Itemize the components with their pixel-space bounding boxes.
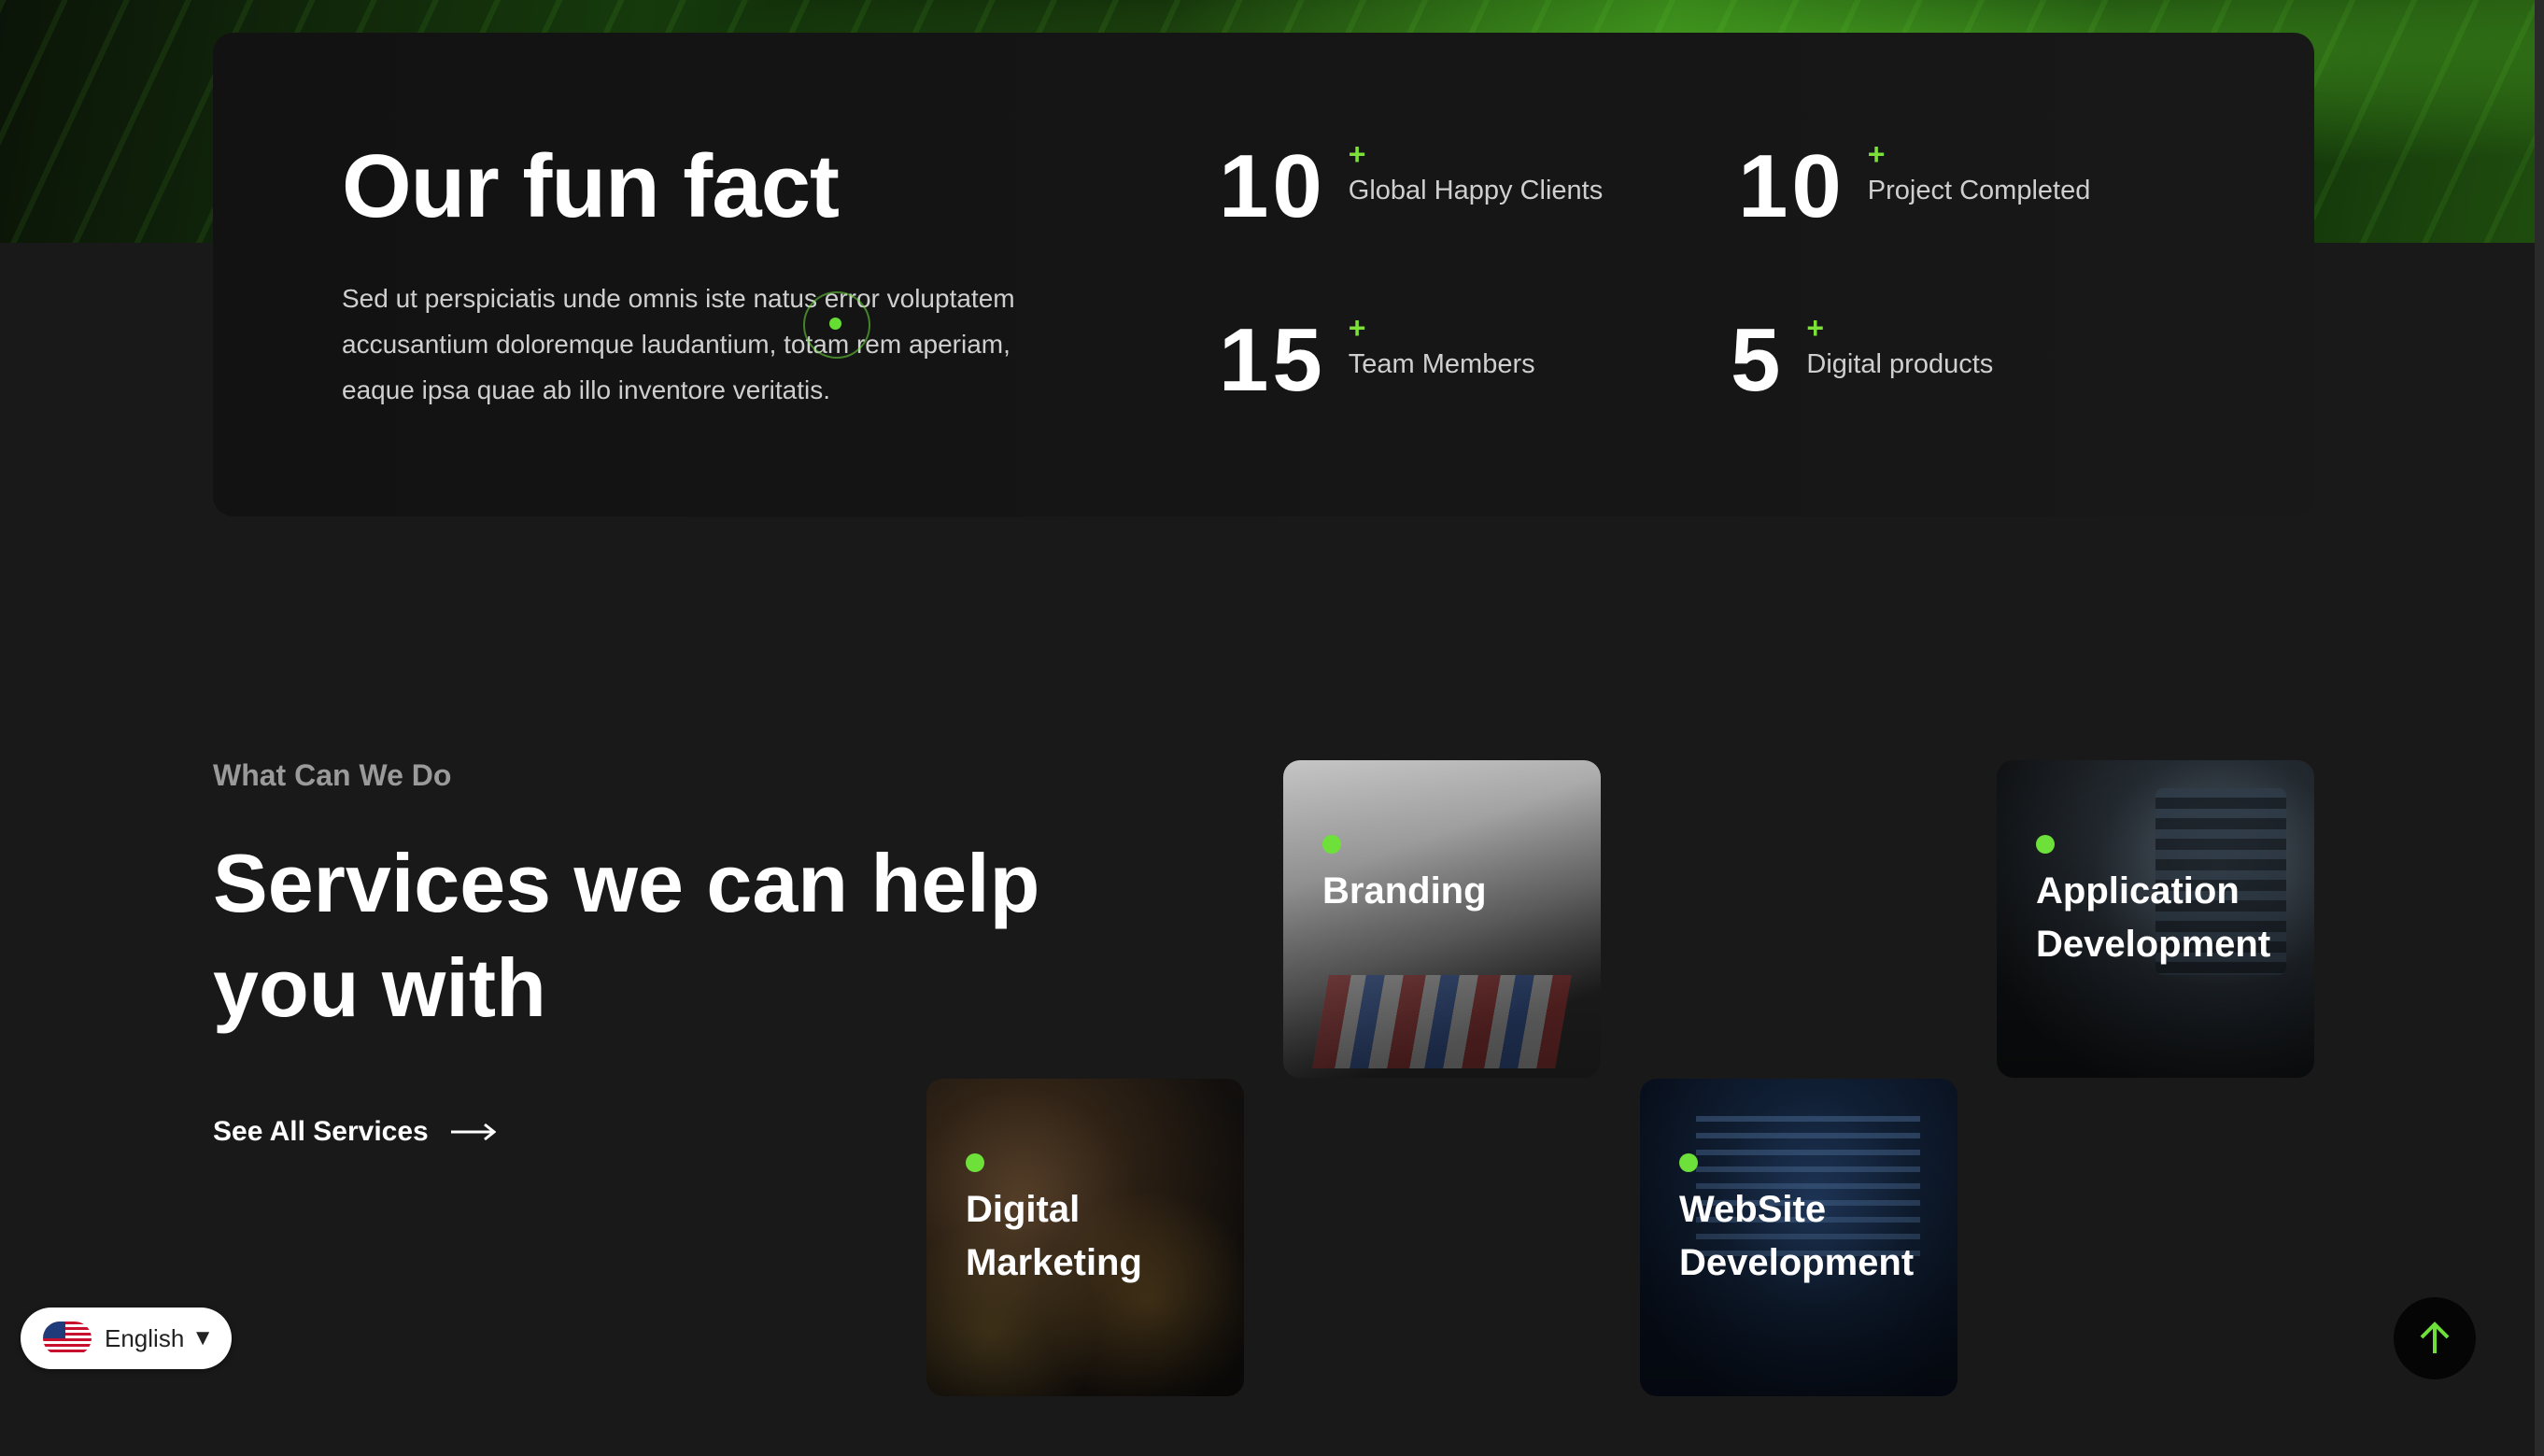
stat-label: Team Members	[1348, 349, 1535, 379]
accent-dot-icon	[2036, 835, 2055, 854]
service-card-label: Digital Marketing	[966, 1189, 1142, 1283]
service-card-website-development[interactable]: WebSite Development	[1640, 1079, 1957, 1396]
service-card-label: WebSite Development	[1679, 1189, 1915, 1283]
stat-label: Project Completed	[1867, 176, 2091, 205]
chevron-down-icon: ▼	[191, 1325, 215, 1350]
stat-plus: +	[1348, 311, 1366, 345]
language-switcher[interactable]: English ▼	[21, 1308, 232, 1369]
see-all-services-link[interactable]: See All Services	[213, 1116, 496, 1148]
stat-number: 10	[1738, 136, 1845, 236]
services-title: Services we can help you with	[213, 837, 1040, 1034]
service-card-digital-marketing[interactable]: Digital Marketing	[926, 1079, 1244, 1396]
stat-digital-products: 5 + Digital products	[1731, 310, 1994, 410]
stat-number: 5	[1731, 310, 1785, 410]
see-all-services-label: See All Services	[213, 1116, 429, 1147]
cursor-dot	[829, 318, 841, 330]
scroll-to-top-button[interactable]	[2394, 1297, 2476, 1379]
page-scrollbar[interactable]	[2535, 0, 2544, 1456]
service-card-label: Branding	[1322, 870, 1487, 912]
stat-plus: +	[1867, 137, 1886, 171]
stat-number: 10	[1219, 136, 1326, 236]
accent-dot-icon	[966, 1153, 984, 1172]
accent-dot-icon	[1679, 1153, 1698, 1172]
fun-fact-card	[213, 33, 2314, 516]
stat-global-happy-clients: 10 + Global Happy Clients	[1219, 136, 1604, 236]
stat-plus: +	[1806, 311, 1825, 345]
fun-fact-title: Our fun fact	[342, 136, 840, 236]
stat-team-members: 15 + Team Members	[1219, 310, 1535, 410]
service-card-application-development[interactable]: Application Development	[1997, 760, 2314, 1078]
stat-project-completed: 10 + Project Completed	[1738, 136, 2091, 236]
service-card-branding[interactable]: Branding	[1283, 760, 1601, 1078]
us-flag-icon	[43, 1322, 92, 1355]
stat-plus: +	[1348, 137, 1366, 171]
fun-fact-description: Sed ut perspiciatis unde omnis iste natu…	[342, 284, 1015, 404]
services-eyebrow: What Can We Do	[213, 758, 452, 792]
language-label: English	[105, 1323, 185, 1352]
accent-dot-icon	[1322, 835, 1341, 854]
arrow-right-icon	[450, 1123, 496, 1141]
arrow-up-icon	[2420, 1322, 2450, 1353]
service-card-label: Application Development	[2036, 870, 2271, 965]
stat-label: Global Happy Clients	[1348, 176, 1604, 205]
stat-label: Digital products	[1806, 349, 1994, 379]
card-overlay	[1283, 760, 1601, 1078]
stat-number: 15	[1219, 310, 1326, 410]
